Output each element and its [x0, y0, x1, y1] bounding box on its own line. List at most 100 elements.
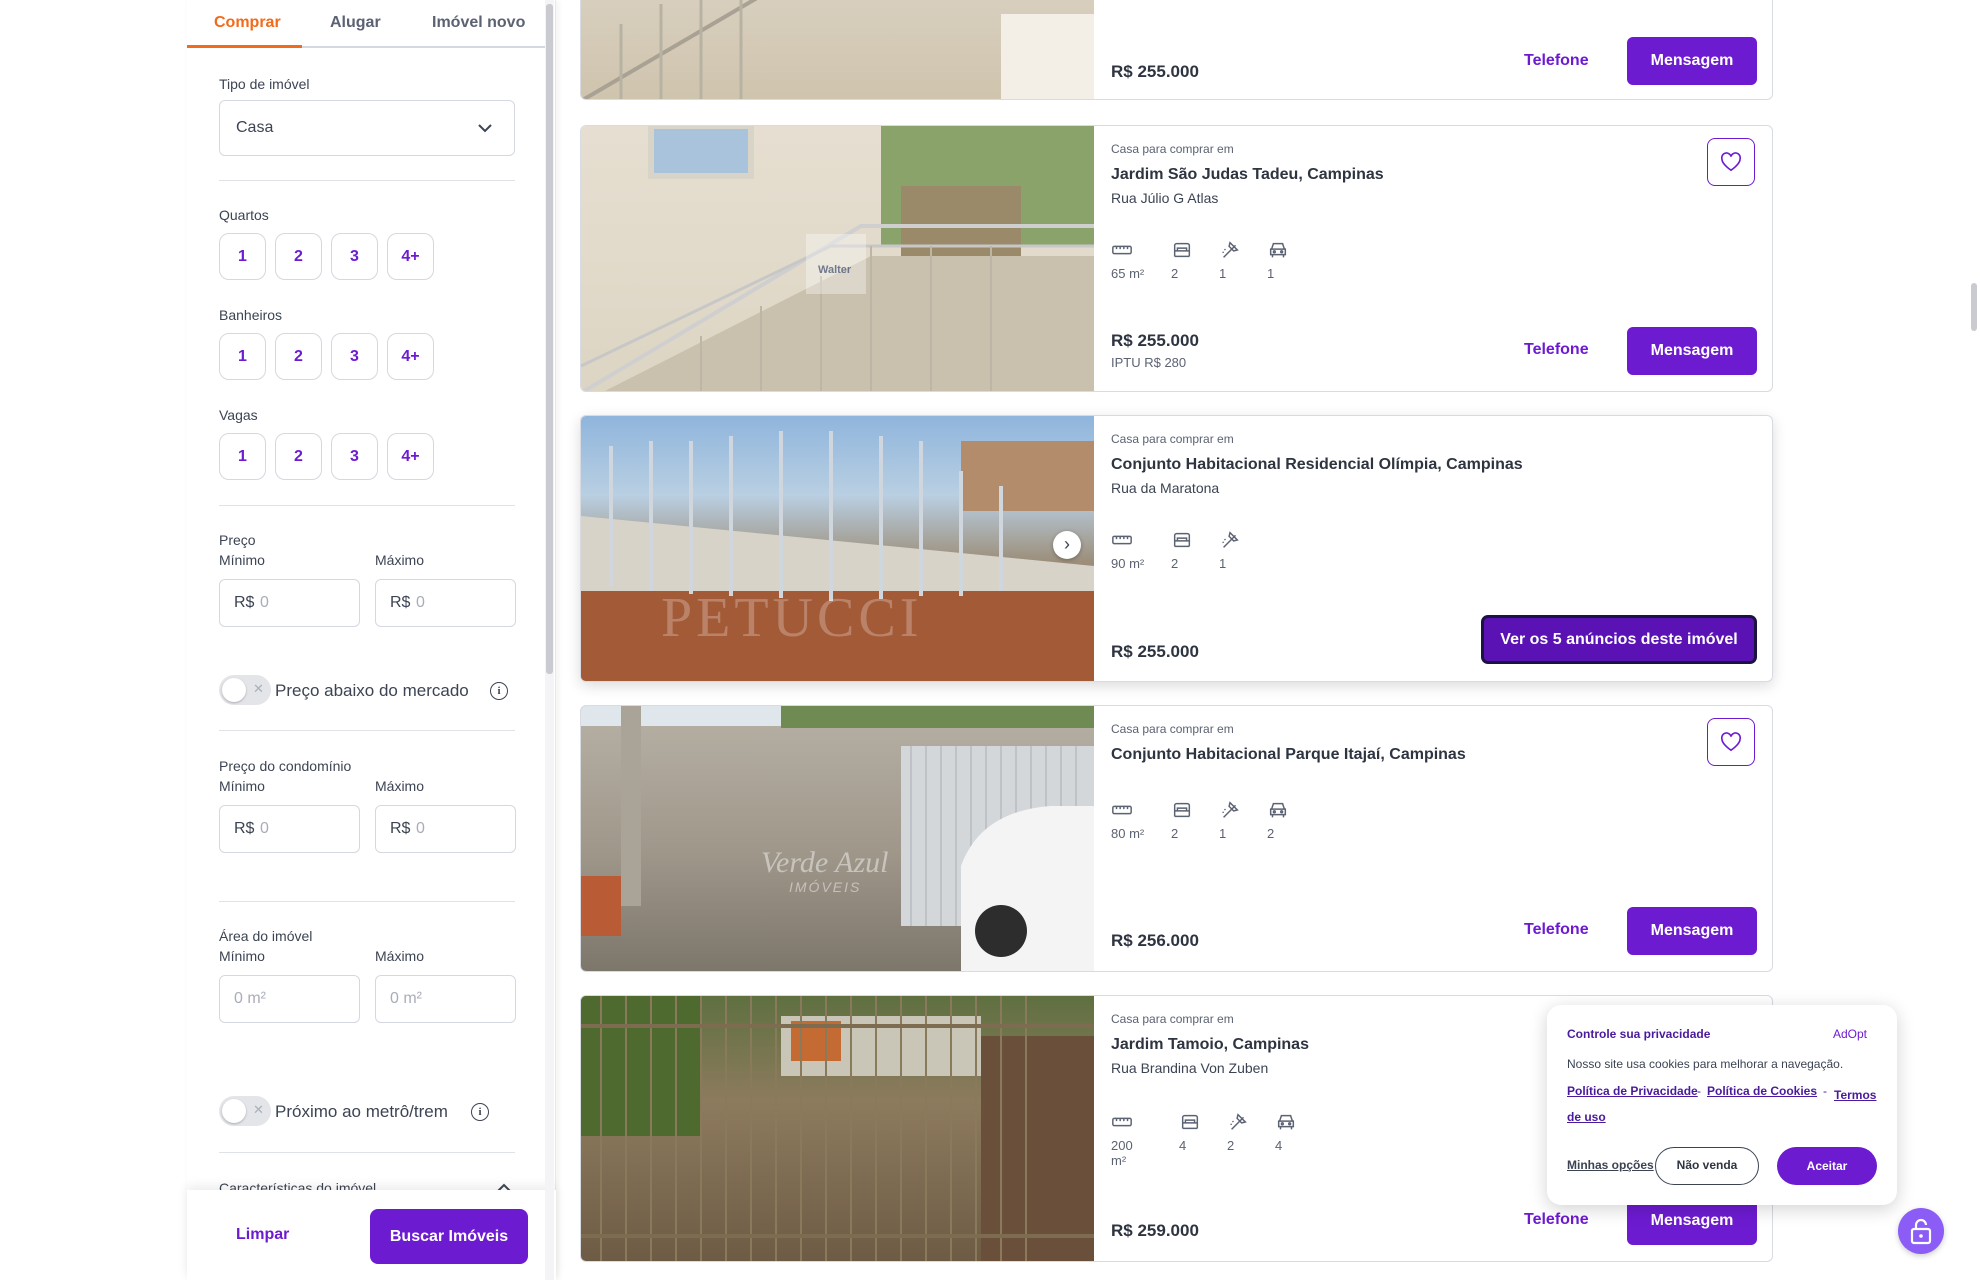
- backyard-illustration: [581, 706, 1094, 971]
- car-icon: [1267, 239, 1289, 261]
- accept-cookies-button[interactable]: Aceitar: [1777, 1147, 1877, 1185]
- condo-price-label: Preço do condomínio: [219, 758, 352, 774]
- listing-photo[interactable]: PETUCCI ›: [581, 416, 1094, 681]
- bathrooms-value: 2: [1227, 1138, 1235, 1153]
- bedrooms-option-2[interactable]: 2: [275, 233, 322, 280]
- chevron-right-icon[interactable]: ›: [1053, 531, 1081, 559]
- listing-title[interactable]: Jardim São Judas Tadeu, Campinas: [1111, 166, 1384, 184]
- cookie-brand[interactable]: AdOpt: [1833, 1027, 1867, 1041]
- do-not-sell-button[interactable]: Não venda: [1655, 1147, 1759, 1185]
- car-icon: [1267, 799, 1289, 821]
- area-min-input[interactable]: 0 m²: [219, 975, 360, 1023]
- terms-of-use-link[interactable]: Termos de uso: [1567, 1084, 1877, 1128]
- parking-option-1[interactable]: 1: [219, 433, 266, 480]
- area-min-placeholder: 0 m²: [234, 990, 266, 1007]
- listing-address: Rua Brandina Von Zuben: [1111, 1060, 1269, 1076]
- currency-prefix: R$: [234, 594, 255, 611]
- ruler-icon: [1111, 239, 1133, 261]
- price-max-input[interactable]: R$ 0: [375, 579, 516, 627]
- search-properties-button[interactable]: Buscar Imóveis: [370, 1209, 528, 1264]
- listing-type: Casa para comprar em: [1111, 432, 1234, 446]
- listing-card[interactable]: PETUCCI › Casa para comprar em Conjunto …: [580, 415, 1773, 682]
- see-all-listings-button[interactable]: Ver os 5 anúncios deste imóvel: [1481, 615, 1757, 664]
- listing-photo[interactable]: [581, 996, 1094, 1261]
- bedrooms-option-1[interactable]: 1: [219, 233, 266, 280]
- message-button[interactable]: Mensagem: [1627, 37, 1757, 85]
- phone-button[interactable]: Telefone: [1524, 1211, 1589, 1229]
- phone-button[interactable]: Telefone: [1524, 52, 1589, 70]
- listing-title[interactable]: Conjunto Habitacional Residencial Olímpi…: [1111, 456, 1523, 474]
- info-icon[interactable]: i: [471, 1103, 489, 1121]
- bathrooms-option-1[interactable]: 1: [219, 333, 266, 380]
- toggle-knob: [222, 1099, 246, 1123]
- listing-title[interactable]: Jardim Tamoio, Campinas: [1111, 1036, 1309, 1054]
- listing-photo[interactable]: [581, 0, 1094, 99]
- divider: [219, 180, 515, 181]
- listing-photo[interactable]: Verde Azul IMÓVEIS: [581, 706, 1094, 971]
- ruler-icon: [1111, 799, 1133, 821]
- bathrooms-option-2[interactable]: 2: [275, 333, 322, 380]
- ruler-icon: [1111, 529, 1133, 551]
- area-value: 200 m²: [1111, 1138, 1133, 1168]
- listing-card[interactable]: Walter Casa para comprar em Jardim São J…: [580, 125, 1773, 392]
- clear-filters-button[interactable]: Limpar: [236, 1226, 289, 1244]
- property-type-select[interactable]: Casa: [219, 100, 515, 156]
- favorite-button[interactable]: [1707, 138, 1755, 186]
- listing-title[interactable]: Conjunto Habitacional Parque Itajaí, Cam…: [1111, 746, 1466, 764]
- listing-price: R$ 256.000: [1111, 931, 1199, 950]
- active-tab-indicator: [187, 45, 302, 48]
- parking-option-3[interactable]: 3: [331, 433, 378, 480]
- bed-icon: [1171, 239, 1193, 261]
- favorite-button[interactable]: [1707, 718, 1755, 766]
- bathrooms-value: 1: [1219, 556, 1227, 571]
- price-min-label: Mínimo: [219, 552, 265, 568]
- info-icon[interactable]: i: [490, 682, 508, 700]
- photo-watermark: Verde Azul: [761, 846, 889, 879]
- tab-buy[interactable]: Comprar: [214, 14, 281, 32]
- area-max-input[interactable]: 0 m²: [375, 975, 516, 1023]
- area-feature: 90 m²: [1111, 529, 1151, 571]
- below-market-toggle[interactable]: ✕: [219, 675, 271, 705]
- gate-illustration: [581, 996, 1094, 1261]
- listing-card[interactable]: R$ 255.000 Telefone Mensagem: [580, 0, 1773, 100]
- bed-icon: [1171, 799, 1193, 821]
- area-max-label: Máximo: [375, 948, 425, 964]
- bed-icon: [1171, 529, 1193, 551]
- photo-watermark: PETUCCI: [661, 587, 923, 649]
- my-options-link[interactable]: Minhas opções: [1567, 1158, 1654, 1172]
- stair-railing-illustration: [581, 0, 1094, 99]
- parking-value: 1: [1267, 266, 1275, 281]
- area-max-placeholder: 0 m²: [390, 990, 422, 1007]
- toggle-off-icon: ✕: [253, 1102, 264, 1117]
- listing-type: Casa para comprar em: [1111, 722, 1234, 736]
- condo-min-input[interactable]: R$ 0: [219, 805, 360, 853]
- parking-option-2[interactable]: 2: [275, 433, 322, 480]
- parking-feature: 1: [1267, 239, 1307, 281]
- bathrooms-option-3[interactable]: 3: [331, 333, 378, 380]
- bathrooms-option-4plus[interactable]: 4+: [387, 333, 434, 380]
- sidebar-scrollbar-thumb[interactable]: [546, 4, 553, 674]
- condo-min-label: Mínimo: [219, 778, 265, 794]
- phone-button[interactable]: Telefone: [1524, 921, 1589, 939]
- bedrooms-option-4plus[interactable]: 4+: [387, 233, 434, 280]
- tab-new[interactable]: Imóvel novo: [432, 14, 525, 32]
- listing-photo[interactable]: Walter: [581, 126, 1094, 391]
- bedrooms-feature: 2: [1171, 799, 1211, 841]
- condo-max-input[interactable]: R$ 0: [375, 805, 516, 853]
- price-min-input[interactable]: R$ 0: [219, 579, 360, 627]
- message-button[interactable]: Mensagem: [1627, 907, 1757, 955]
- listing-card[interactable]: Verde Azul IMÓVEIS Casa para comprar em …: [580, 705, 1773, 972]
- phone-button[interactable]: Telefone: [1524, 341, 1589, 359]
- bedrooms-option-3[interactable]: 3: [331, 233, 378, 280]
- price-min-placeholder: 0: [260, 594, 269, 611]
- page-scrollbar-thumb[interactable]: [1971, 283, 1977, 331]
- ruler-icon: [1111, 1111, 1133, 1133]
- parking-value: 4: [1275, 1138, 1283, 1153]
- privacy-settings-button[interactable]: [1898, 1208, 1944, 1254]
- house-stairs-illustration: [581, 126, 1094, 391]
- condo-max-label: Máximo: [375, 778, 425, 794]
- message-button[interactable]: Mensagem: [1627, 327, 1757, 375]
- metro-toggle[interactable]: ✕: [219, 1096, 271, 1126]
- parking-option-4plus[interactable]: 4+: [387, 433, 434, 480]
- tab-rent[interactable]: Alugar: [330, 14, 381, 32]
